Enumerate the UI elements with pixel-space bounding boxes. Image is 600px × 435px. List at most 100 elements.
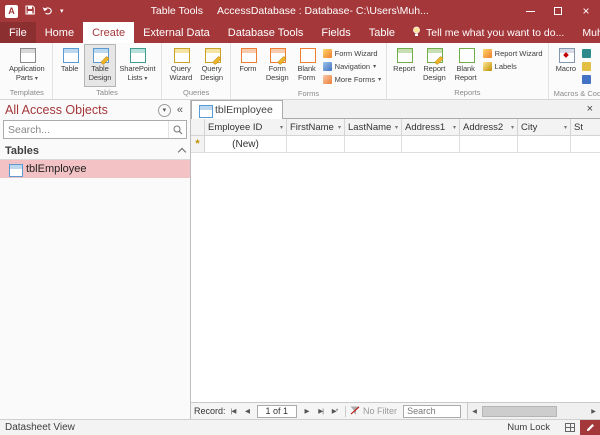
tab-fields[interactable]: Fields xyxy=(312,22,359,43)
cell-address1[interactable] xyxy=(402,136,460,153)
cell-city[interactable] xyxy=(518,136,571,153)
undo-icon[interactable] xyxy=(42,2,53,20)
ribbon-group-macros: Macro Macros & Code xyxy=(549,43,600,99)
report-wizard-label: Report Wizard xyxy=(495,49,543,58)
document-tab-tblemployee[interactable]: tblEmployee xyxy=(191,100,283,119)
close-button[interactable]: × xyxy=(572,0,600,22)
new-record-selector[interactable]: * xyxy=(191,136,205,153)
application-parts-button[interactable]: Application Parts ▾ xyxy=(5,44,49,87)
form-design-button[interactable]: Form Design xyxy=(262,44,293,88)
cell-address2[interactable] xyxy=(460,136,518,153)
sharepoint-lists-button[interactable]: SharePoint Lists ▾ xyxy=(116,44,158,87)
blank-form-button[interactable]: Blank Form xyxy=(293,44,321,88)
report-wizard-button[interactable]: Report Wizard xyxy=(483,47,543,59)
column-dropdown-icon[interactable]: ▾ xyxy=(280,124,283,131)
horizontal-scrollbar: ◀ ▶ xyxy=(467,403,600,419)
column-header-city[interactable]: City ▾ xyxy=(518,119,571,136)
blank-report-button[interactable]: Blank Report xyxy=(451,44,481,87)
query-design-label: Query Design xyxy=(200,64,223,82)
sidebar-item-tblemployee[interactable]: tblEmployee xyxy=(0,160,190,178)
column-dropdown-icon[interactable]: ▾ xyxy=(564,124,567,131)
navigation-search-box xyxy=(3,120,187,139)
cell-employee-id-new[interactable]: (New) xyxy=(205,136,287,153)
tab-external-data[interactable]: External Data xyxy=(134,22,219,43)
record-search-input[interactable] xyxy=(403,405,461,418)
class-module-button[interactable] xyxy=(582,60,591,72)
cell-state[interactable] xyxy=(571,136,600,153)
report-design-button[interactable]: Report Design xyxy=(418,44,450,87)
scrollbar-thumb[interactable] xyxy=(482,406,557,417)
new-record-button[interactable]: ▶* xyxy=(328,405,341,418)
form-wizard-button[interactable]: Form Wizard xyxy=(323,47,381,59)
access-app-icon[interactable]: A xyxy=(5,5,18,18)
object-filter-dropdown-icon[interactable]: ▾ xyxy=(158,104,171,117)
select-all-cell[interactable] xyxy=(191,119,205,136)
new-record-row: * (New) xyxy=(191,136,600,153)
column-header-firstname[interactable]: FirstName ▾ xyxy=(287,119,345,136)
group-label-reports: Reports xyxy=(390,87,545,99)
navigation-button[interactable]: Navigation ▾ xyxy=(323,60,381,72)
report-button[interactable]: Report xyxy=(390,44,418,87)
column-header-label: St xyxy=(574,122,583,133)
navigation-search-input[interactable] xyxy=(4,124,168,136)
column-dropdown-icon[interactable]: ▾ xyxy=(511,124,514,131)
query-wizard-button[interactable]: Query Wizard xyxy=(165,44,196,87)
column-dropdown-icon[interactable]: ▾ xyxy=(338,124,341,131)
datasheet-view-button[interactable] xyxy=(560,420,580,435)
first-record-button[interactable]: |◀ xyxy=(227,405,240,418)
tab-file[interactable]: File xyxy=(0,22,36,43)
design-view-button[interactable] xyxy=(580,420,600,435)
navigation-pane-header: All Access Objects ▾ « xyxy=(0,100,190,119)
scroll-right-icon[interactable]: ▶ xyxy=(587,403,600,419)
maximize-button[interactable] xyxy=(544,0,572,22)
last-record-button[interactable]: ▶| xyxy=(314,405,327,418)
column-header-state[interactable]: St xyxy=(571,119,600,136)
next-record-button[interactable]: ▶ xyxy=(300,405,313,418)
workspace: All Access Objects ▾ « Tables tblEmploye… xyxy=(0,100,600,419)
tab-database-tools[interactable]: Database Tools xyxy=(219,22,313,43)
filter-icon xyxy=(350,406,360,417)
separator xyxy=(345,406,346,417)
tell-me-box[interactable]: Tell me what you want to do... xyxy=(404,22,572,43)
scroll-left-icon[interactable]: ◀ xyxy=(468,403,481,419)
module-button[interactable] xyxy=(582,47,591,59)
visual-basic-button[interactable] xyxy=(582,73,591,85)
tab-home[interactable]: Home xyxy=(36,22,83,43)
sharepoint-lists-label: SharePoint Lists xyxy=(119,64,155,82)
macro-button[interactable]: Macro xyxy=(552,44,580,88)
column-dropdown-icon[interactable]: ▾ xyxy=(395,124,398,131)
lightbulb-icon xyxy=(412,26,421,40)
more-forms-button[interactable]: More Forms ▾ xyxy=(323,73,381,85)
shutter-bar-collapse-icon[interactable]: « xyxy=(177,104,185,116)
sharepoint-lists-icon xyxy=(129,48,145,62)
maximize-icon xyxy=(554,7,562,15)
column-header-address2[interactable]: Address2 ▾ xyxy=(460,119,518,136)
column-header-employee-id[interactable]: Employee ID ▾ xyxy=(205,119,287,136)
signed-in-user[interactable]: Muhammad Waqas xyxy=(572,22,600,43)
macro-label: Macro xyxy=(556,64,576,73)
form-button[interactable]: Form xyxy=(234,44,262,88)
document-close-icon[interactable]: × xyxy=(580,103,600,115)
ribbon-group-templates: Application Parts ▾ Templates xyxy=(2,43,53,99)
design-view-icon xyxy=(586,423,595,432)
tab-create[interactable]: Create xyxy=(83,22,134,43)
table-button[interactable]: Table xyxy=(56,44,84,87)
cell-lastname[interactable] xyxy=(345,136,402,153)
cell-firstname[interactable] xyxy=(287,136,345,153)
table-design-button[interactable]: Table Design xyxy=(84,44,117,87)
record-position[interactable]: 1 of 1 xyxy=(257,405,298,418)
previous-record-button[interactable]: ◀ xyxy=(241,405,254,418)
group-label-forms: Forms xyxy=(234,88,383,100)
search-icon[interactable] xyxy=(168,121,186,138)
column-header-lastname[interactable]: LastName ▾ xyxy=(345,119,402,136)
tab-table[interactable]: Table xyxy=(360,22,404,43)
column-header-address1[interactable]: Address1 ▾ xyxy=(402,119,460,136)
save-icon[interactable] xyxy=(25,2,35,20)
query-design-button[interactable]: Query Design xyxy=(196,44,227,87)
column-dropdown-icon[interactable]: ▾ xyxy=(453,124,456,131)
sidebar-section-tables[interactable]: Tables xyxy=(0,142,190,160)
no-filter-button[interactable]: No Filter xyxy=(350,406,397,417)
blank-report-label: Blank Report xyxy=(455,64,477,82)
labels-button[interactable]: Labels xyxy=(483,60,543,72)
minimize-button[interactable] xyxy=(516,0,544,22)
